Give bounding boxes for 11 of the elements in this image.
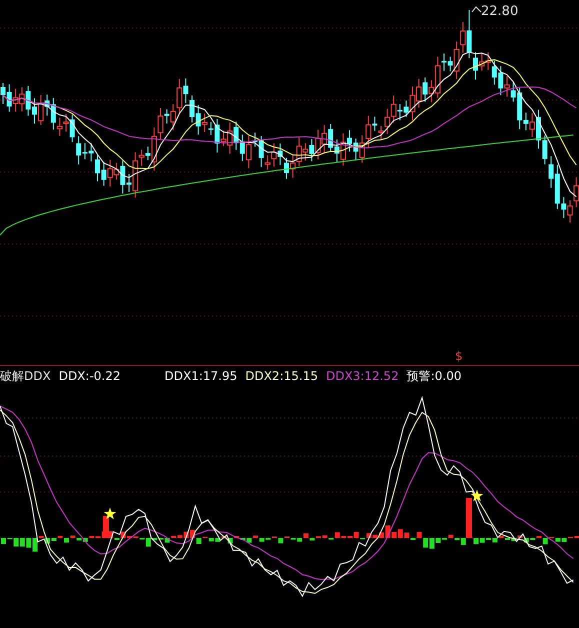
high-price-label: 22.80	[481, 4, 518, 19]
star-icon	[104, 508, 116, 520]
signal-mark: $	[455, 349, 463, 363]
legend-label: DDX1:17.95	[164, 368, 238, 385]
legend-label: DDX2:15.15	[245, 368, 318, 385]
legend-label: 破解DDX	[0, 368, 51, 385]
legend-label: DDX3:12.52	[326, 368, 399, 385]
legend-label: DDX:-0.22	[58, 368, 120, 385]
star-icon	[470, 490, 484, 502]
leader-line	[472, 6, 482, 12]
legend-label: 预警:0.00	[406, 368, 462, 385]
